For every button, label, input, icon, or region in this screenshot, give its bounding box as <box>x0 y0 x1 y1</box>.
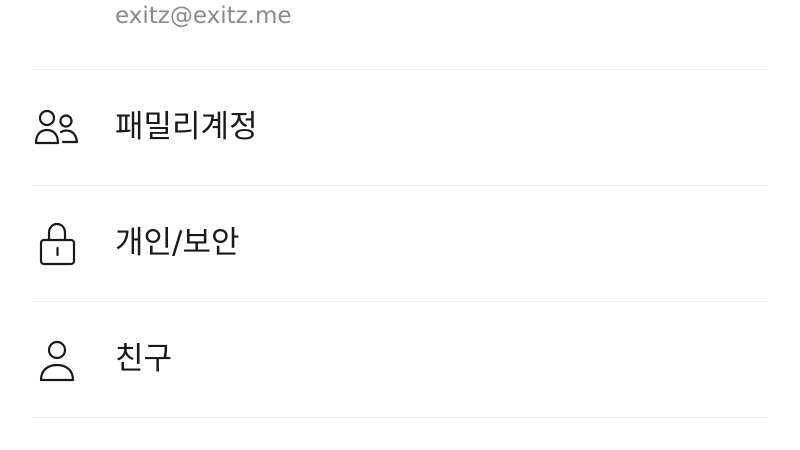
person-icon <box>33 334 85 386</box>
account-email: exitz@exitz.me <box>115 3 292 29</box>
menu-item-label: 개인/보안 <box>115 225 240 261</box>
menu-item-label: 친구 <box>115 341 173 377</box>
family-users-icon <box>33 101 85 153</box>
menu-item-label: 패밀리계정 <box>115 109 258 145</box>
lock-icon <box>33 218 85 270</box>
menu-item-family-account[interactable]: 패밀리계정 <box>33 70 768 186</box>
divider <box>33 417 768 418</box>
menu-item-friends[interactable]: 친구 <box>33 302 768 418</box>
settings-page: exitz@exitz.me 패밀리계정 개인/보안 친구 <box>0 0 800 450</box>
menu-item-privacy-security[interactable]: 개인/보안 <box>33 186 768 302</box>
